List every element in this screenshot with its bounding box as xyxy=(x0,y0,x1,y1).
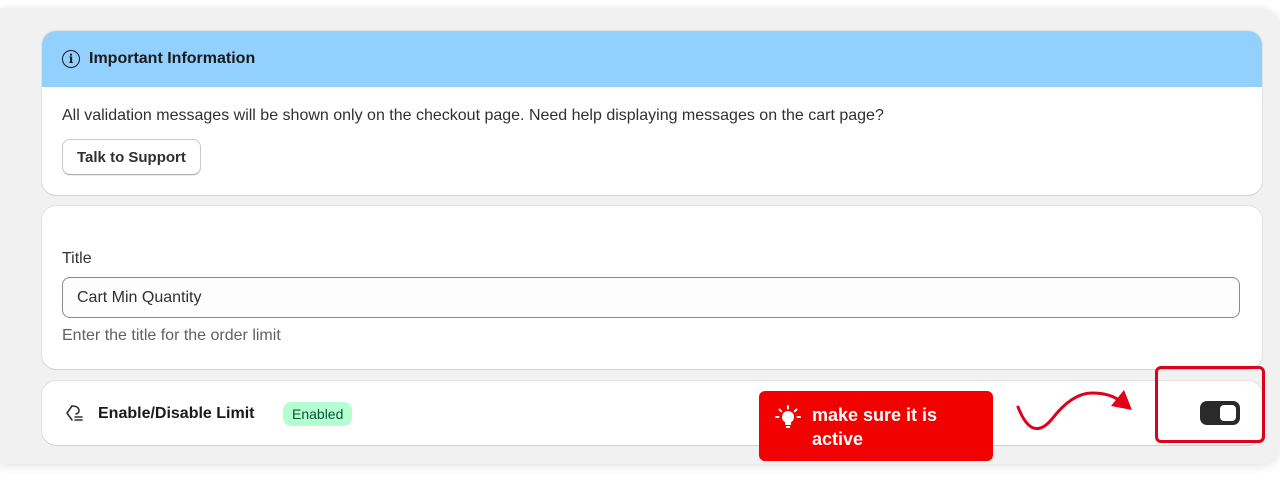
callout-text: make sure it is active xyxy=(812,405,938,449)
info-banner: i Important Information xyxy=(42,31,1262,87)
enable-disable-limit-label: Enable/Disable Limit xyxy=(98,405,255,422)
talk-to-support-button[interactable]: Talk to Support xyxy=(62,139,201,175)
title-card: Title Enter the title for the order limi… xyxy=(42,206,1262,369)
curved-arrow-icon xyxy=(1016,390,1132,431)
tag-limit-icon xyxy=(66,405,83,421)
lightbulb-icon xyxy=(775,405,801,428)
title-help-text: Enter the title for the order limit xyxy=(62,327,281,344)
toggle-highlight-box xyxy=(1155,366,1265,443)
info-message: All validation messages will be shown on… xyxy=(62,107,884,124)
banner-title: Important Information xyxy=(89,50,256,67)
title-input[interactable] xyxy=(62,277,1240,318)
enabled-status-badge: Enabled xyxy=(283,402,353,426)
info-circle-icon: i xyxy=(62,50,80,68)
title-label: Title xyxy=(62,250,92,267)
important-information-card: i Important Information All validation m… xyxy=(42,31,1262,195)
annotation-callout: make sure it is active xyxy=(759,391,993,461)
